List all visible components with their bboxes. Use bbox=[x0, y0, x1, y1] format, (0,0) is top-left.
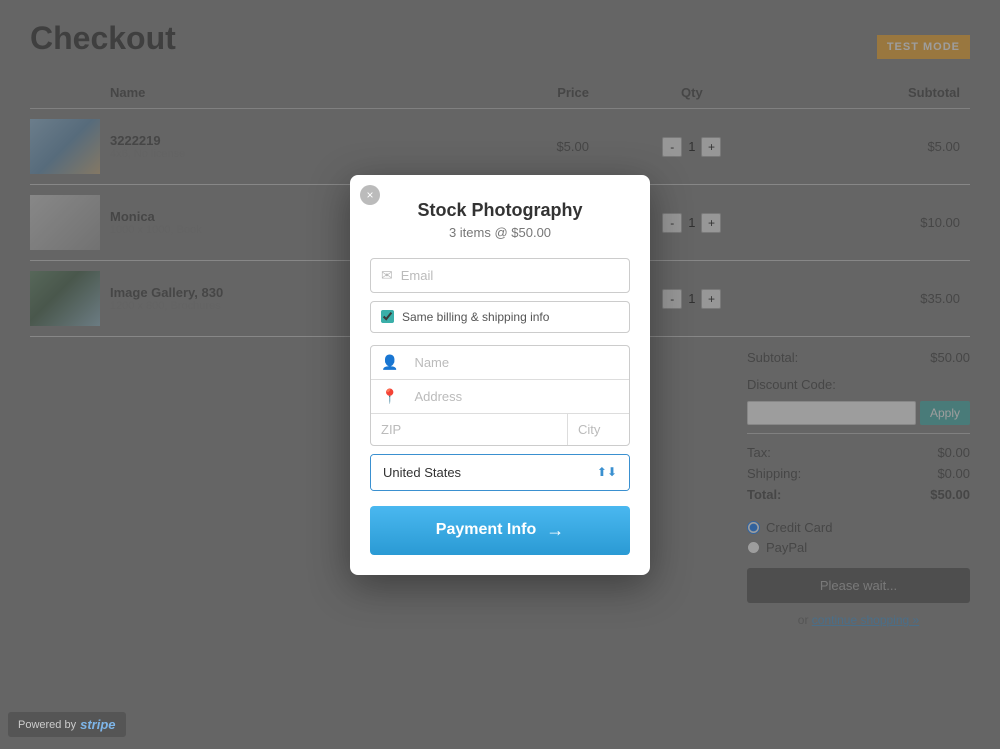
modal-title: Stock Photography bbox=[370, 200, 630, 221]
modal-close-button[interactable]: × bbox=[360, 185, 380, 205]
payment-info-button[interactable]: Payment Info → bbox=[370, 506, 630, 555]
close-icon: × bbox=[366, 188, 373, 202]
email-input-group: ✉ bbox=[370, 258, 630, 293]
arrow-icon: → bbox=[546, 520, 564, 541]
person-icon: 👤 bbox=[381, 354, 398, 371]
email-icon: ✉ bbox=[381, 267, 393, 284]
modal-overlay: × Stock Photography 3 items @ $50.00 ✉ S… bbox=[0, 0, 1000, 749]
checkout-modal: × Stock Photography 3 items @ $50.00 ✉ S… bbox=[350, 175, 650, 575]
payment-info-label: Payment Info bbox=[436, 521, 536, 539]
address-group: 👤 📍 bbox=[370, 345, 630, 446]
zip-input[interactable] bbox=[371, 414, 567, 445]
email-input[interactable] bbox=[401, 268, 619, 283]
powered-by-stripe: Powered by stripe bbox=[8, 712, 126, 737]
name-input[interactable] bbox=[414, 355, 619, 370]
zip-city-row bbox=[371, 413, 629, 445]
name-row: 👤 bbox=[371, 346, 629, 379]
powered-by-text: Powered by bbox=[18, 719, 76, 731]
city-input[interactable] bbox=[567, 414, 630, 445]
address-input[interactable] bbox=[414, 389, 619, 404]
country-select[interactable]: United StatesCanadaUnited KingdomAustral… bbox=[371, 455, 629, 490]
country-select-wrap: United StatesCanadaUnited KingdomAustral… bbox=[370, 454, 630, 491]
stripe-logo: stripe bbox=[80, 717, 115, 732]
location-icon: 📍 bbox=[381, 388, 398, 405]
modal-subtitle: 3 items @ $50.00 bbox=[370, 225, 630, 240]
same-billing-label: Same billing & shipping info bbox=[402, 310, 549, 324]
same-billing-row: Same billing & shipping info bbox=[370, 301, 630, 333]
same-billing-checkbox[interactable] bbox=[381, 310, 394, 323]
address-row: 📍 bbox=[371, 379, 629, 413]
